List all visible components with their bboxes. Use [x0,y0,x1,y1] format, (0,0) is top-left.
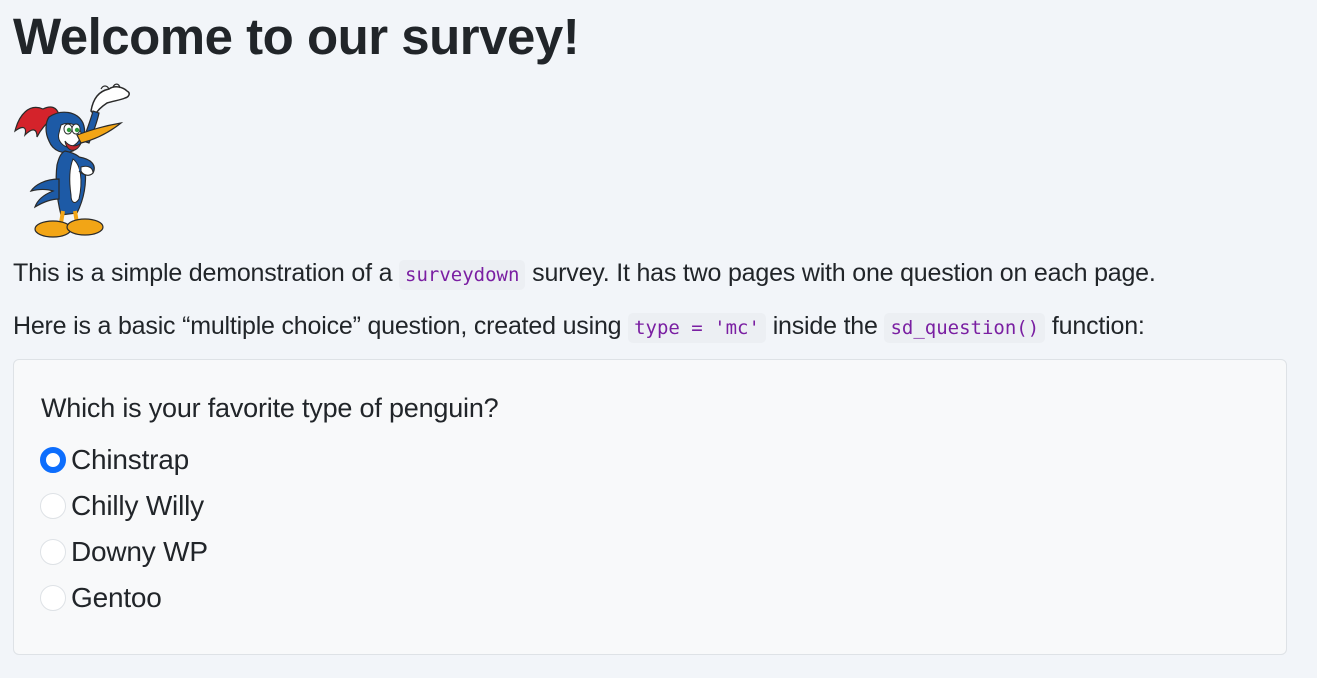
radio-button[interactable] [40,539,66,565]
radio-option-gentoo[interactable]: Gentoo [40,581,162,615]
intro-text: function: [1045,312,1145,340]
inline-code-surveydown: surveydown [399,260,526,290]
radio-option-chinstrap[interactable]: Chinstrap [40,443,189,477]
radio-option-downy-wp[interactable]: Downy WP [40,535,208,569]
question-label: Which is your favorite type of penguin? [41,393,499,423]
intro-text: This is a simple demonstration of a [13,259,400,287]
intro-paragraph-2: Here is a basic “multiple choice” questi… [13,309,1145,345]
woodpecker-mascot-icon [14,83,130,238]
radio-button[interactable] [40,585,66,611]
radio-option-chilly-willy[interactable]: Chilly Willy [40,489,204,523]
inline-code-type: type = 'mc' [628,313,766,343]
intro-text: inside the [765,312,885,340]
option-label[interactable]: Gentoo [71,581,162,615]
radio-button[interactable] [40,493,66,519]
intro-text: survey. It has two pages with one questi… [525,259,1156,287]
intro-paragraph-1: This is a simple demonstration of a surv… [13,256,1156,292]
option-label[interactable]: Chinstrap [71,443,189,477]
intro-text: Here is a basic “multiple choice” questi… [13,312,629,340]
radio-button-checked[interactable] [40,447,66,473]
inline-code-sd-question: sd_question() [884,313,1046,343]
option-label[interactable]: Downy WP [71,535,208,569]
option-label[interactable]: Chilly Willy [71,489,204,523]
question-card: Which is your favorite type of penguin? … [13,359,1287,655]
page-title: Welcome to our survey! [13,8,580,65]
